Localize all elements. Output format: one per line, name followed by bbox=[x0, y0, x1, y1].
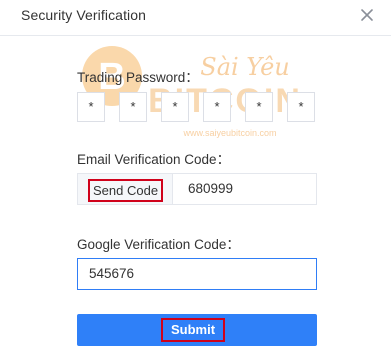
trading-password-input[interactable]: * * * * * * bbox=[77, 92, 317, 122]
password-digit-box[interactable]: * bbox=[245, 92, 273, 122]
google-code-input[interactable]: 545676 bbox=[77, 258, 317, 290]
password-digit-box[interactable]: * bbox=[287, 92, 315, 122]
google-verification-label: Google Verification Code： bbox=[77, 237, 240, 252]
email-code-input[interactable]: 680999 bbox=[188, 174, 233, 204]
dialog-title: Security Verification bbox=[21, 7, 147, 23]
password-digit-box[interactable]: * bbox=[161, 92, 189, 122]
send-code-button[interactable]: Send Code bbox=[88, 179, 164, 202]
submit-button-label: Submit bbox=[161, 318, 226, 342]
close-icon[interactable] bbox=[360, 8, 374, 22]
email-verification-label: Email Verification Code： bbox=[77, 152, 231, 167]
svg-text:www.saiyeubitcoin.com: www.saiyeubitcoin.com bbox=[182, 128, 276, 138]
trading-password-label: Trading Password： bbox=[77, 70, 199, 85]
email-verification-group: Send Code 680999 bbox=[77, 173, 317, 205]
svg-text:Sài Yêu: Sài Yêu bbox=[200, 53, 289, 81]
send-code-addon: Send Code bbox=[78, 174, 173, 204]
password-digit-box[interactable]: * bbox=[203, 92, 231, 122]
password-digit-box[interactable]: * bbox=[77, 92, 105, 122]
security-verification-dialog: Security Verification B Sài Yêu BITCOIN … bbox=[0, 0, 391, 355]
dialog-header: Security Verification bbox=[0, 0, 391, 36]
submit-button[interactable]: Submit bbox=[77, 314, 317, 346]
password-digit-box[interactable]: * bbox=[119, 92, 147, 122]
